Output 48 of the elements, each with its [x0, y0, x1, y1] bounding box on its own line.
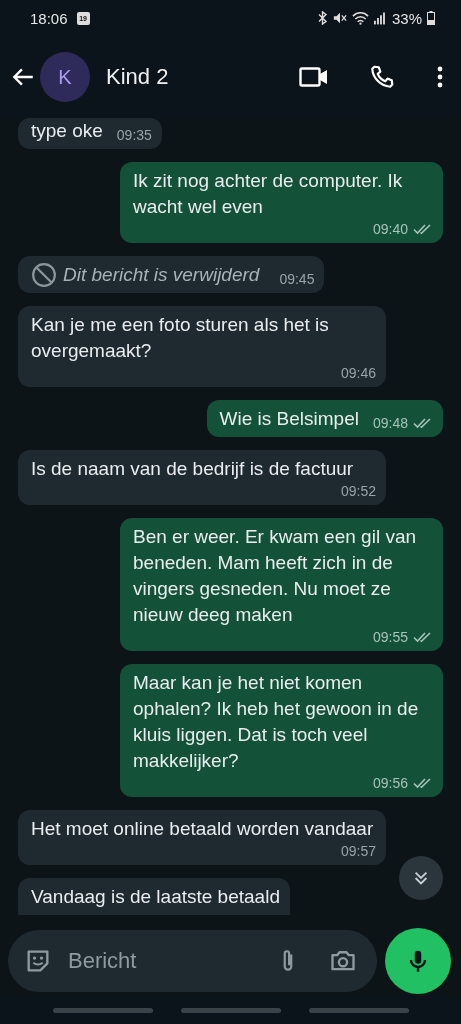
navigation-bar-handle[interactable]	[52, 1007, 153, 1013]
message-text: Maar kan je het niet komen ophalen? Ik heb het gewoon in de kluis liggen. Dat is toch veel makkelijker?	[133, 671, 420, 773]
message-field[interactable]: Bericht	[8, 930, 377, 992]
message-text: Het moet online betaald worden vandaar	[31, 817, 374, 841]
bluetooth-icon	[316, 11, 328, 25]
message-time: 09:48	[372, 414, 408, 432]
battery-icon	[427, 11, 435, 25]
video-call-icon[interactable]	[299, 65, 329, 89]
navigation-bar-handle[interactable]	[180, 1007, 281, 1013]
received-message-bubble[interactable]: Kan je me een foto sturen als het is overgemaakt? 09:46	[18, 306, 386, 387]
message-text: Ben er weer. Er kwam een gil van beneden. Mam heeft zich in de vingers gesneden. Nu moet ze nieuw deeg maken	[133, 525, 418, 627]
contact-name[interactable]: Kind 2	[106, 64, 169, 90]
message-text: Vandaag is de laatste betaald	[31, 885, 280, 909]
message-time: 09:56	[372, 774, 408, 792]
sent-message-bubble[interactable]: Ben er weer. Er kwam een gil van beneden. Mam heeft zich in de vingers gesneden. Nu moet ze nieuw deeg maken 09:55	[120, 518, 443, 651]
message-time: 09:55	[372, 628, 408, 646]
clock: 18:06	[30, 9, 68, 27]
mute-icon	[332, 11, 347, 25]
phone-icon[interactable]	[369, 64, 395, 90]
received-message-bubble[interactable]: type oke 09:35	[18, 118, 162, 149]
prohibited-icon	[31, 262, 57, 288]
sent-message-bubble[interactable]: Ik zit nog achter de computer. Ik wacht wel even 09:40	[120, 162, 443, 243]
signal-icon	[373, 11, 385, 25]
received-message-bubble[interactable]: Is de naam van de bedrijf is de factuur 09:52	[18, 450, 386, 505]
double-chevron-down-icon	[412, 869, 430, 887]
avatar[interactable]: K	[40, 52, 90, 102]
message-time: 09:57	[340, 842, 376, 860]
received-message-bubble[interactable]: Vandaag is de laatste betaald	[18, 878, 290, 915]
message-text: Ik zit nog achter de computer. Ik wacht wel even	[133, 169, 404, 219]
message-text: Is de naam van de bedrijf is de factuur	[31, 457, 354, 481]
message-text: Wie is Belsimpel	[219, 407, 359, 431]
battery-level: 33%	[391, 9, 422, 27]
wifi-icon	[351, 11, 369, 25]
navigation-bar-handle[interactable]	[308, 1007, 409, 1013]
message-time: 09:40	[372, 220, 408, 238]
message-time: 09:46	[340, 364, 376, 382]
more-options-icon[interactable]	[437, 65, 443, 89]
received-message-bubble[interactable]: Het moet online betaald worden vandaar 09:57	[18, 810, 386, 865]
deleted-notice: Dit bericht is verwijderd	[63, 263, 260, 287]
deleted-message-bubble[interactable]: Dit bericht is verwijderd 09:45	[18, 256, 325, 293]
sent-message-bubble[interactable]: Wie is Belsimpel 09:48	[206, 400, 443, 437]
message-text: Kan je me een foto sturen als het is overgemaakt?	[31, 313, 330, 363]
message-time: 09:52	[340, 482, 376, 500]
message-time: 09:45	[279, 270, 315, 288]
message-time: 09:35	[116, 126, 152, 144]
message-input[interactable]: Bericht	[66, 947, 261, 975]
message-text: type oke	[31, 119, 103, 143]
sent-message-bubble[interactable]: Maar kan je het niet komen ophalen? Ik heb het gewoon in de kluis liggen. Dat is toch veel makkelijker? 09:56	[120, 664, 443, 797]
